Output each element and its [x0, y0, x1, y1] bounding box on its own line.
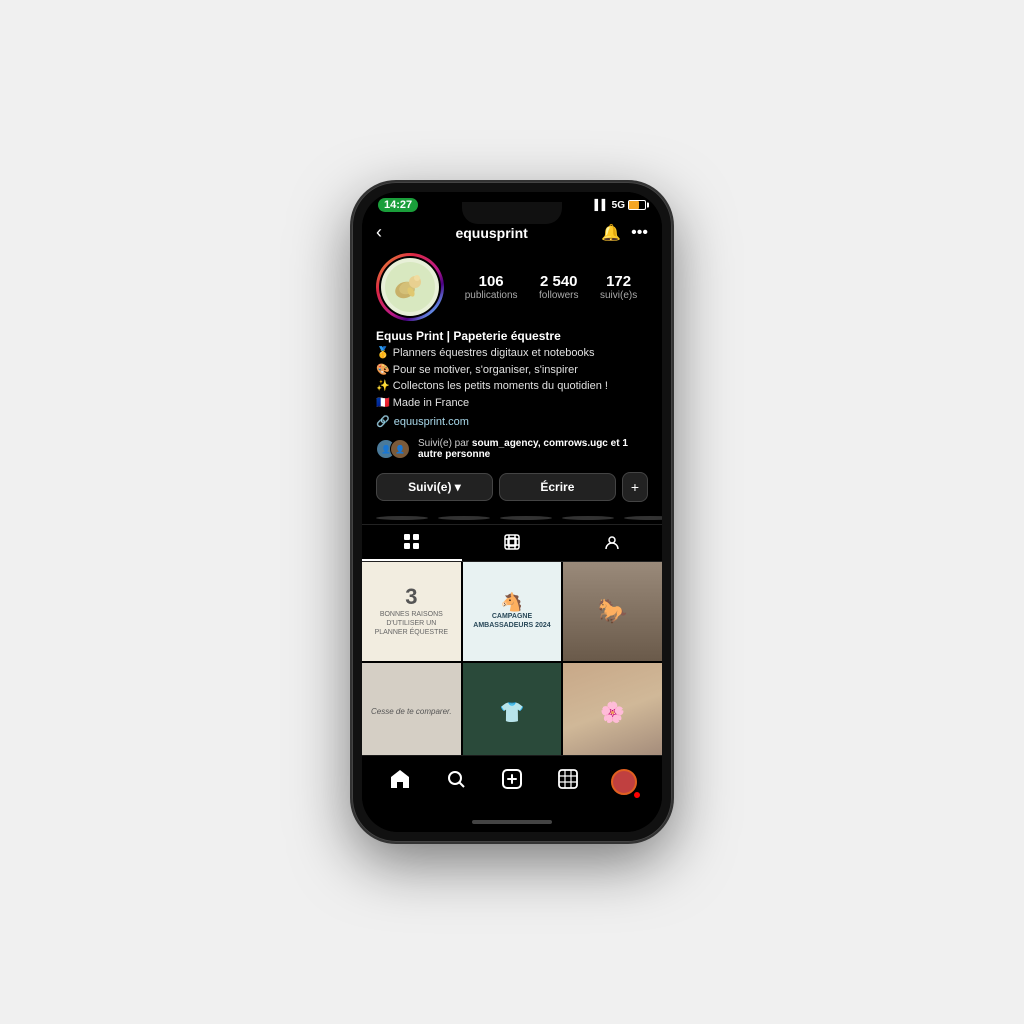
follower-avatar-2: 👤: [390, 439, 410, 459]
link-icon: 🔗: [376, 415, 390, 428]
highlight-circle-collections: 🎨: [438, 516, 490, 520]
followers-stat[interactable]: 2 540 followers: [539, 273, 578, 301]
battery-fill: [629, 201, 639, 209]
phone-screen: 14:27 ▌▌ 5G ‹ equusprint 🔔 •••: [362, 192, 662, 832]
grid-item-3-content: 🐎: [563, 562, 662, 661]
follower-avatars: 👤 👤: [376, 439, 404, 459]
nav-reels[interactable]: [550, 764, 586, 800]
profile-nav-avatar: [611, 769, 637, 795]
status-icons: ▌▌ 5G: [594, 200, 646, 211]
publications-stat[interactable]: 106 publications: [465, 273, 518, 301]
publications-count: 106: [479, 273, 504, 290]
reels-nav-icon: [557, 768, 579, 796]
highlight-circle-collabs: ✂️: [500, 516, 552, 520]
header-icons: 🔔 •••: [601, 223, 648, 243]
photo-grid: 3 BONNES RAISONS D'UTILISER UN PLANNER É…: [362, 562, 662, 755]
grid-item-1-content: 3 BONNES RAISONS D'UTILISER UN PLANNER É…: [362, 562, 461, 661]
status-time: 14:27: [378, 198, 418, 212]
reels-nav-svg: [557, 768, 579, 790]
following-label: suivi(e)s: [600, 290, 637, 301]
tab-reels[interactable]: [462, 525, 562, 561]
grid-item-6[interactable]: 🌸: [563, 663, 662, 755]
search-icon: [446, 769, 466, 795]
grid-item-6-content: 🌸: [563, 663, 662, 755]
followed-by: 👤 👤 Suivi(e) par soum_agency, comrows.ug…: [362, 434, 662, 468]
home-icon: [389, 768, 411, 796]
avatar-image: [385, 262, 435, 312]
nav-profile[interactable]: [606, 764, 642, 800]
tab-tagged[interactable]: [562, 525, 662, 561]
notification-icon[interactable]: 🔔: [601, 223, 621, 243]
app-content: ‹ equusprint 🔔 •••: [362, 214, 662, 755]
add-icon: [501, 768, 523, 796]
highlights-row: 🤍 Vous 🎨 Collections ✂️ Collabs 🎀 Lots 🌸: [362, 510, 662, 524]
following-stat[interactable]: 172 suivi(e)s: [600, 273, 637, 301]
website-url: equusprint.com: [394, 416, 469, 428]
nav-home[interactable]: [382, 764, 418, 800]
grid-item-2-content: 🐴 CAMPAGNE AMBASSADEURS 2024: [463, 562, 562, 661]
battery-icon: [628, 200, 646, 210]
profile-username: equusprint: [455, 225, 527, 241]
profile-bio: Equus Print | Papeterie équestre 🥇 Plann…: [362, 327, 662, 434]
action-buttons: Suivi(e) ▾ Écrire +: [362, 468, 662, 510]
highlight-circle-infos: 🌸: [624, 516, 662, 520]
home-svg: [389, 768, 411, 790]
back-button[interactable]: ‹: [376, 222, 382, 243]
followers-label: followers: [539, 290, 578, 301]
notification-dot: [634, 792, 640, 798]
bio-line-2: 🎨 Pour se motiver, s'organiser, s'inspir…: [376, 362, 648, 379]
nav-search[interactable]: [438, 764, 474, 800]
profile-name: Equus Print | Papeterie équestre: [376, 329, 648, 343]
message-button[interactable]: Écrire: [499, 473, 616, 501]
grid-item-5[interactable]: 👕: [463, 663, 562, 755]
home-bar: [472, 820, 552, 824]
bio-line-1: 🥇 Planners équestres digitaux et noteboo…: [376, 345, 648, 362]
grid-item-2[interactable]: 🐴 CAMPAGNE AMBASSADEURS 2024: [463, 562, 562, 661]
profile-avatar[interactable]: [376, 253, 444, 321]
more-options-icon[interactable]: •••: [631, 224, 648, 242]
grid-item-5-content: 👕: [463, 663, 562, 755]
website-link[interactable]: 🔗 equusprint.com: [376, 415, 648, 428]
search-svg: [446, 769, 466, 789]
bottom-navigation: [362, 755, 662, 812]
highlight-circle-lots: 🎀: [562, 516, 614, 520]
highlight-circle-vous: 🤍: [376, 516, 428, 520]
phone-notch: [462, 202, 562, 224]
phone-frame: 14:27 ▌▌ 5G ‹ equusprint 🔔 •••: [352, 182, 672, 842]
reels-icon: [503, 533, 521, 551]
follow-button[interactable]: Suivi(e) ▾: [376, 473, 493, 501]
grid-item-4[interactable]: Cesse de te comparer.: [362, 663, 461, 755]
tagged-icon: [603, 533, 621, 551]
tab-grid[interactable]: [362, 525, 462, 561]
network-label: 5G: [612, 200, 625, 211]
add-person-button[interactable]: +: [622, 472, 648, 502]
add-svg: [501, 768, 523, 790]
followed-by-text: Suivi(e) par soum_agency, comrows.ugc et…: [418, 438, 648, 460]
grid-icon: [403, 533, 421, 551]
followers-count: 2 540: [540, 273, 578, 290]
followed-by-users: soum_agency, comrows.ugc: [472, 438, 608, 449]
stats-container: 106 publications 2 540 followers 172 sui…: [454, 273, 648, 301]
bio-line-3: ✨ Collectons les petits moments du quoti…: [376, 378, 648, 395]
signal-icon: ▌▌: [594, 200, 608, 211]
profile-stats-row: 106 publications 2 540 followers 172 sui…: [362, 249, 662, 327]
publications-label: publications: [465, 290, 518, 301]
avatar-inner: [381, 258, 439, 316]
grid-item-4-content: Cesse de te comparer.: [362, 663, 461, 755]
grid-item-1[interactable]: 3 BONNES RAISONS D'UTILISER UN PLANNER É…: [362, 562, 461, 661]
bio-line-4: 🇫🇷 Made in France: [376, 395, 648, 412]
home-indicator: [362, 812, 662, 832]
following-count: 172: [606, 273, 631, 290]
grid-item-3[interactable]: 🐎: [563, 562, 662, 661]
nav-add[interactable]: [494, 764, 530, 800]
content-tabs: [362, 524, 662, 562]
